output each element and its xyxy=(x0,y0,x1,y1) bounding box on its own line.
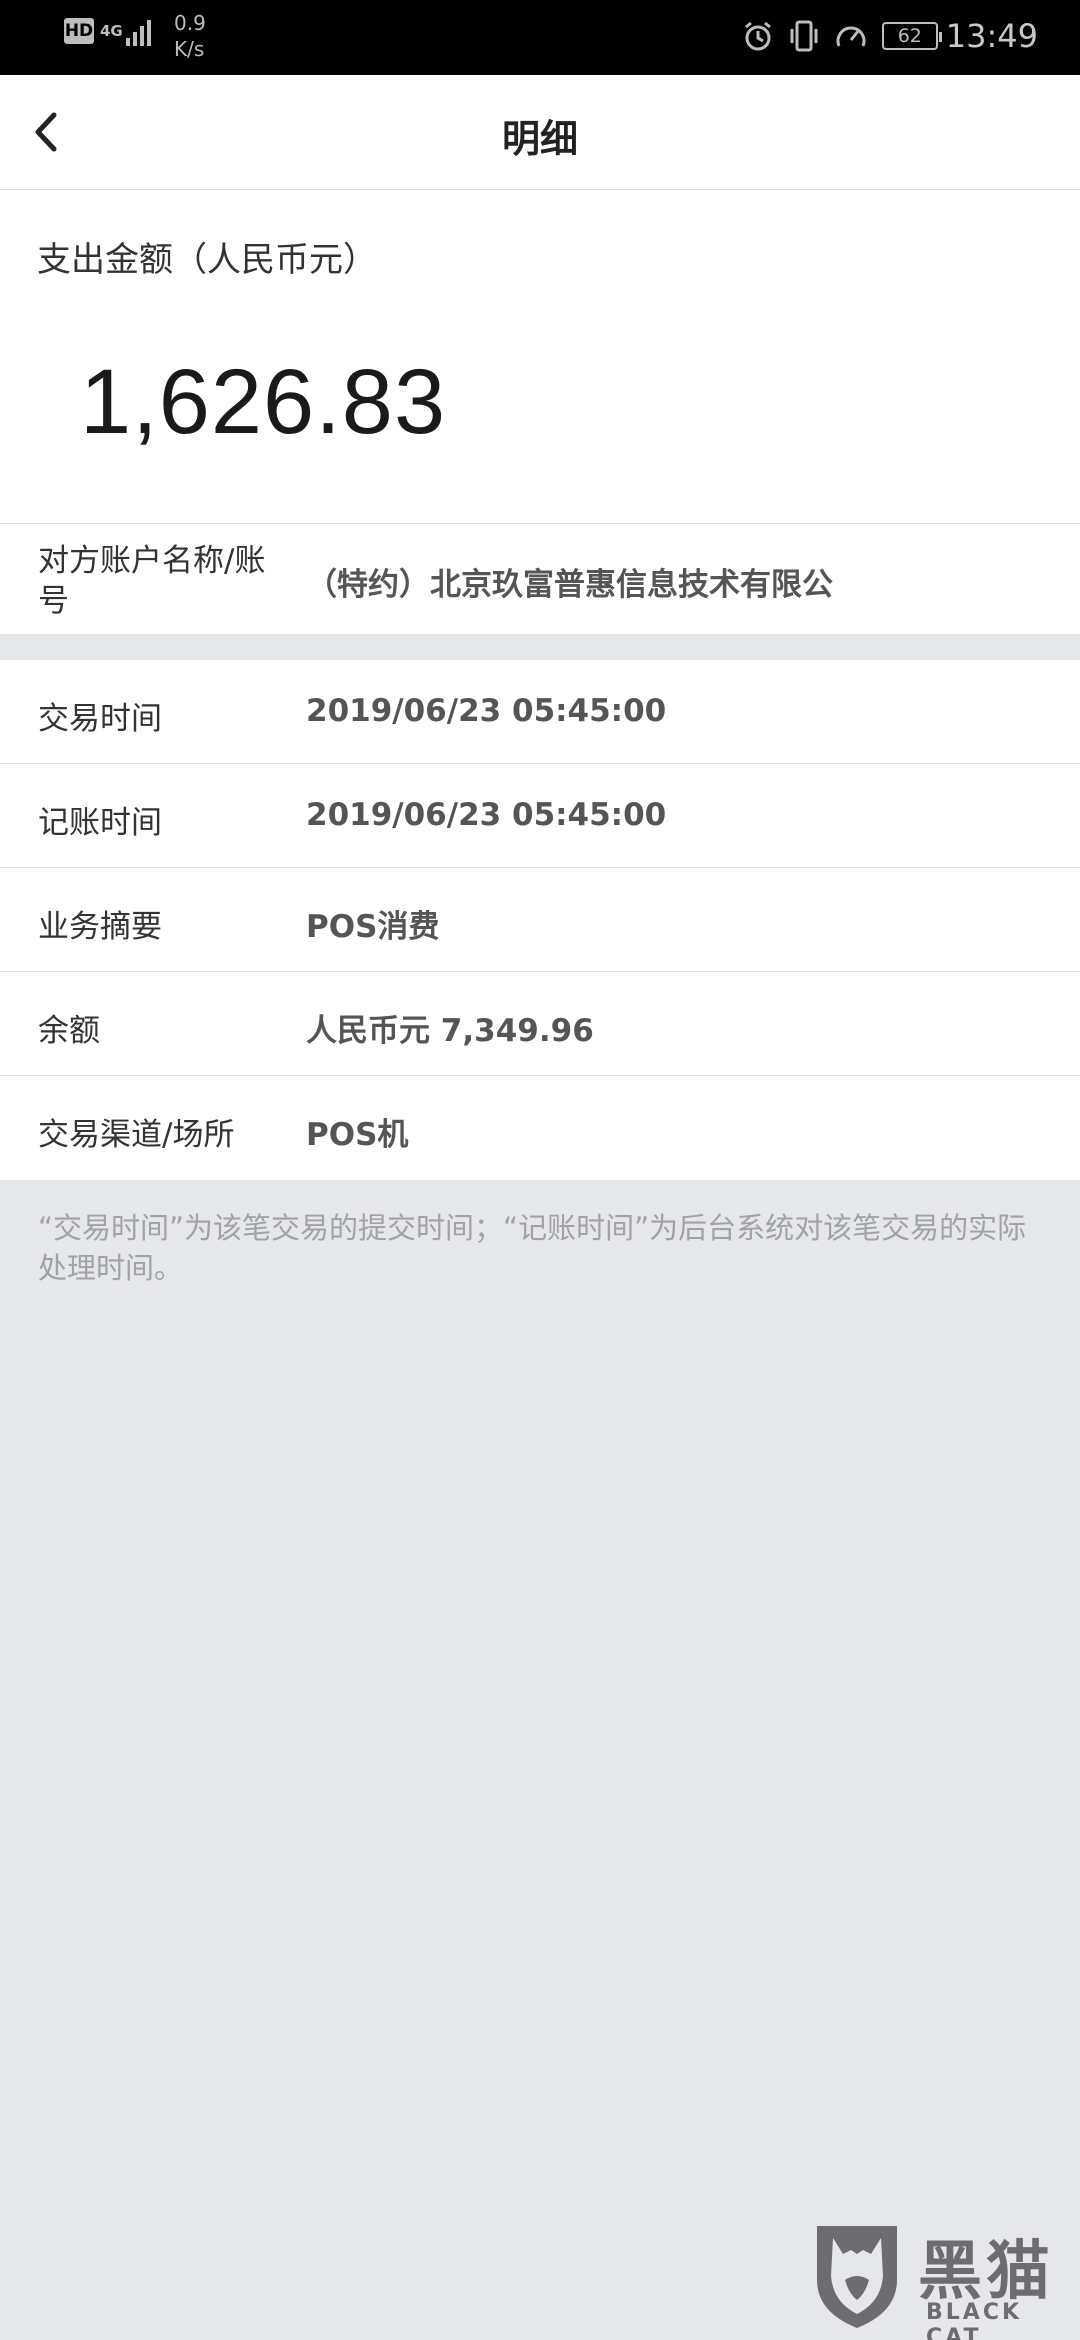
hd-badge: HD xyxy=(64,18,94,44)
speed-value: 0.9 xyxy=(174,11,206,35)
network-type: 4G xyxy=(100,22,123,40)
counterparty-label: 对方账户名称/账号 xyxy=(38,543,266,619)
vibrate-icon xyxy=(790,20,818,52)
battery-indicator: 62 xyxy=(881,22,942,50)
amount-label: 支出金额（人民币元） xyxy=(37,240,377,280)
status-right: 62 13:49 xyxy=(742,16,1038,56)
detail-row-channel: 交易渠道/场所 POS机 xyxy=(0,1076,1080,1180)
watermark-cn: 黑猫 xyxy=(918,2235,1054,2309)
detail-value: POS消费 xyxy=(306,909,440,945)
counterparty-value: （特约）北京玖富普惠信息技术有限公 xyxy=(306,567,833,603)
nav-bar: 明细 xyxy=(0,75,1080,190)
page-title: 明细 xyxy=(501,117,578,161)
clock: 13:49 xyxy=(945,17,1038,55)
speedometer-icon xyxy=(836,26,866,47)
detail-label: 交易时间 xyxy=(38,701,162,737)
detail-row-posting-time: 记账时间 2019/06/23 05:45:00 xyxy=(0,764,1080,868)
detail-value: POS机 xyxy=(306,1117,409,1153)
watermark-en: BLACK CAT xyxy=(926,2300,1023,2340)
network-speed: 0.9 K/s xyxy=(174,10,206,62)
alarm-icon xyxy=(744,21,771,51)
counterparty-row: 对方账户名称/账号 （特约）北京玖富普惠信息技术有限公 xyxy=(0,524,1080,634)
speed-unit: K/s xyxy=(174,37,205,61)
detail-row-summary: 业务摘要 POS消费 xyxy=(0,868,1080,972)
status-left: HD 4G xyxy=(64,16,154,46)
watermark: 黑猫 BLACK CAT xyxy=(808,2218,1080,2340)
detail-row-transaction-time: 交易时间 2019/06/23 05:45:00 xyxy=(0,660,1080,764)
amount-value: 1,626.83 xyxy=(80,351,447,453)
amount-section: 支出金额（人民币元） 1,626.83 xyxy=(0,190,1080,524)
details-list: 交易时间 2019/06/23 05:45:00 记账时间 2019/06/23… xyxy=(0,660,1080,1180)
signal-icon xyxy=(125,16,154,46)
detail-label: 记账时间 xyxy=(38,805,162,841)
detail-value: 2019/06/23 05:45:00 xyxy=(306,693,667,729)
detail-value: 2019/06/23 05:45:00 xyxy=(306,797,667,833)
detail-row-balance: 余额 人民币元 7,349.96 xyxy=(0,972,1080,1076)
detail-label: 业务摘要 xyxy=(38,909,162,945)
cat-shield-icon xyxy=(817,2226,897,2328)
detail-label: 余额 xyxy=(38,1013,100,1049)
footnote: “交易时间”为该笔交易的提交时间；“记账时间”为后台系统对该笔交易的实际处理时间… xyxy=(38,1211,1027,1285)
status-bar: HD 4G 0.9 K/s 62 13:49 xyxy=(0,0,1080,75)
detail-label: 交易渠道/场所 xyxy=(38,1117,235,1153)
detail-value: 人民币元 7,349.96 xyxy=(306,1013,594,1049)
